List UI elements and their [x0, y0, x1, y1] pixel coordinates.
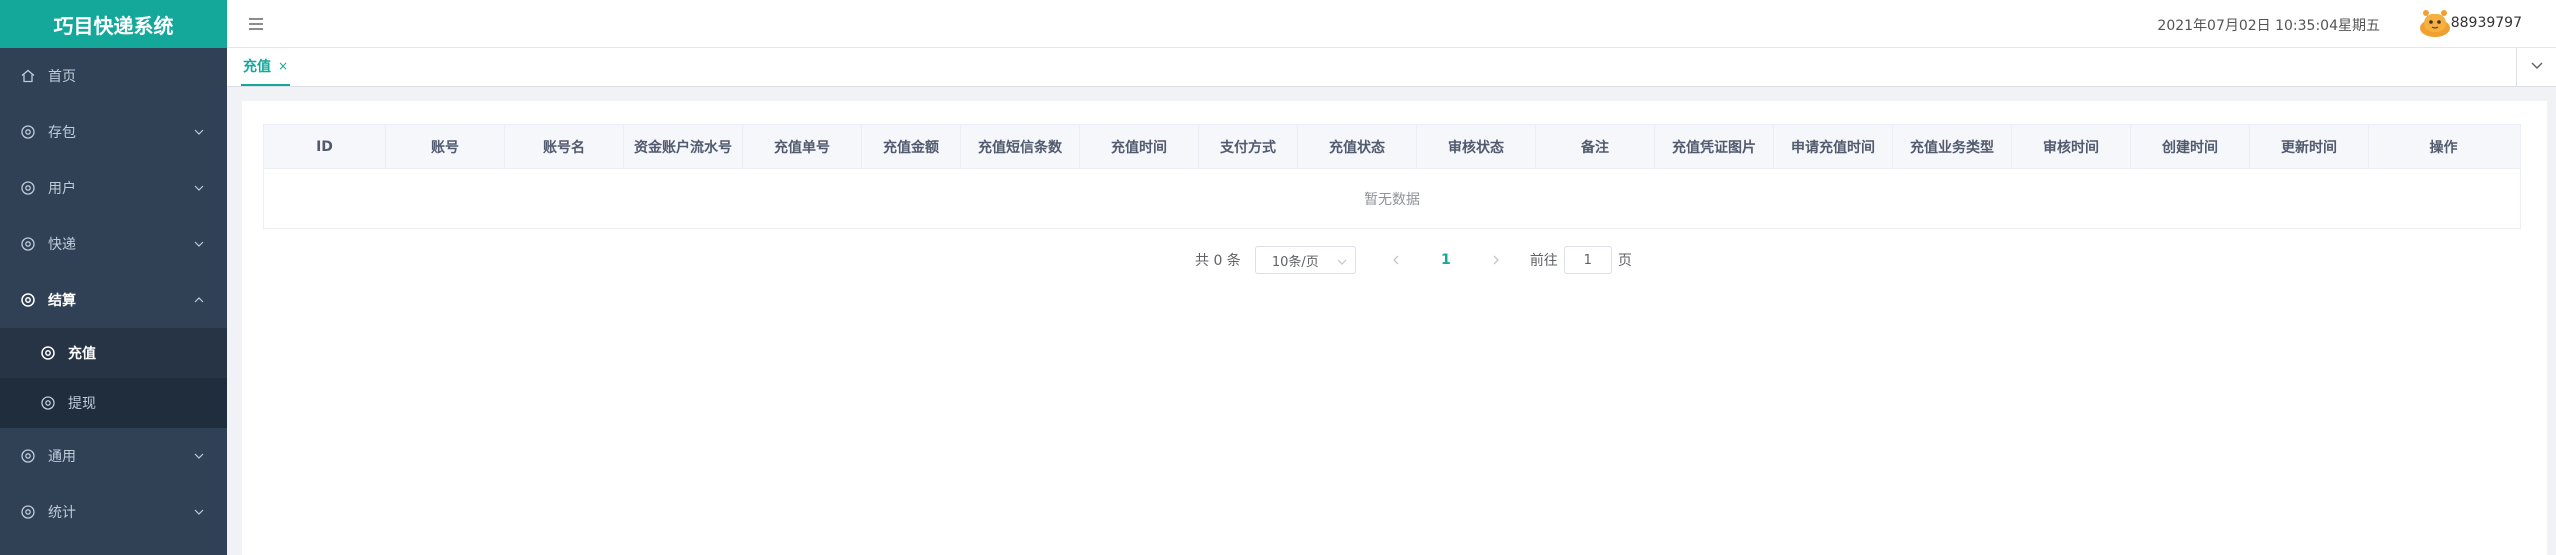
- column-header: 备注: [1536, 125, 1655, 168]
- column-header: ID: [264, 125, 386, 168]
- column-header: 充值状态: [1298, 125, 1417, 168]
- home-icon: [20, 68, 36, 84]
- sidebar-item-label: 结算: [48, 293, 76, 309]
- column-header: 充值业务类型: [1893, 125, 2012, 168]
- sidebar-item-label: 通用: [48, 449, 76, 465]
- column-header: 更新时间: [2250, 125, 2369, 168]
- sidebar-subitem-label: 充值: [68, 346, 96, 362]
- gear-icon: [20, 180, 36, 196]
- column-header: 支付方式: [1199, 125, 1298, 168]
- prev-page-button[interactable]: [1382, 246, 1410, 274]
- chevron-down-icon: [193, 182, 205, 194]
- sidebar-item-statistics[interactable]: 统计: [0, 484, 227, 540]
- column-header: 充值凭证图片: [1655, 125, 1774, 168]
- sidebar-item-label: 统计: [48, 505, 76, 521]
- sidebar-subitem-recharge[interactable]: 充值: [0, 328, 227, 378]
- chevron-down-icon: [1337, 256, 1347, 266]
- table-header-row: ID 账号 账号名 资金账户流水号 充值单号 充值金额 充值短信条数 充值时间 支付方式 充值状态…: [264, 125, 2520, 169]
- gear-icon: [20, 448, 36, 464]
- sidebar-item-settlement[interactable]: 结算: [0, 272, 227, 328]
- sidebar-item-users[interactable]: 用户: [0, 160, 227, 216]
- column-header: 账号名: [505, 125, 624, 168]
- goto-suffix: 页: [1617, 253, 1632, 269]
- page-number-current[interactable]: 1: [1432, 246, 1460, 274]
- gear-icon: [40, 395, 56, 411]
- column-header: 创建时间: [2131, 125, 2250, 168]
- hamburger-menu-icon[interactable]: [247, 15, 265, 33]
- tags-view-bar: 充值 ×: [227, 48, 2556, 87]
- page-size-value: 10条/页: [1271, 254, 1319, 270]
- pagination: 共 0 条 10条/页 1 前往 页: [1195, 246, 1632, 274]
- app-logo-title: 巧目快递系统: [0, 0, 227, 48]
- sidebar-subitem-label: 提现: [68, 396, 96, 412]
- column-header: 审核时间: [2012, 125, 2131, 168]
- table-empty-text: 暂无数据: [1364, 191, 1420, 208]
- sidebar-item-home[interactable]: 首页: [0, 48, 227, 104]
- chevron-up-icon: [193, 294, 205, 306]
- chevron-down-icon: [193, 450, 205, 462]
- next-page-button[interactable]: [1482, 246, 1510, 274]
- sidebar-item-label: 首页: [48, 69, 76, 85]
- column-header: 充值单号: [743, 125, 862, 168]
- username[interactable]: 88939797: [2451, 15, 2522, 31]
- sidebar-item-label: 快递: [48, 237, 76, 253]
- close-icon[interactable]: ×: [278, 59, 288, 73]
- column-header: 充值金额: [862, 125, 961, 168]
- content-card: ID 账号 账号名 资金账户流水号 充值单号 充值金额 充值短信条数 充值时间 支付方式 充值状态…: [242, 101, 2547, 555]
- column-header: 审核状态: [1417, 125, 1536, 168]
- column-header: 资金账户流水号: [624, 125, 743, 168]
- tabs-dropdown-button[interactable]: [2516, 48, 2556, 86]
- gear-icon: [20, 124, 36, 140]
- top-header: 2021年07月02日 10:35:04星期五 88939797: [227, 0, 2556, 48]
- goto-label: 前往: [1529, 253, 1558, 269]
- goto-page: 前往 页: [1530, 246, 1632, 274]
- sidebar-item-general[interactable]: 通用: [0, 428, 227, 484]
- current-datetime: 2021年07月02日 10:35:04星期五: [2157, 18, 2380, 34]
- sidebar: 巧目快递系统 首页 存包 用户 快递 结算 充值 提现 通用 统计: [0, 0, 227, 555]
- tab-label: 充值: [243, 59, 271, 75]
- column-header: 申请充值时间: [1774, 125, 1893, 168]
- chevron-down-icon: [193, 238, 205, 250]
- pagination-total: 共 0 条: [1195, 253, 1241, 269]
- chevron-down-icon: [2530, 58, 2544, 76]
- column-header: 操作: [2429, 139, 2458, 156]
- avatar[interactable]: [2418, 8, 2452, 38]
- settlement-submenu: 充值 提现: [0, 328, 227, 428]
- gear-icon: [40, 345, 56, 361]
- chevron-down-icon: [193, 126, 205, 138]
- tab-recharge[interactable]: 充值 ×: [241, 48, 291, 86]
- sidebar-subitem-withdraw[interactable]: 提现: [0, 378, 227, 428]
- page-size-select[interactable]: 10条/页: [1254, 246, 1356, 274]
- chevron-down-icon: [193, 506, 205, 518]
- gear-icon: [20, 236, 36, 252]
- sidebar-item-storage[interactable]: 存包: [0, 104, 227, 160]
- column-header: 充值短信条数: [961, 125, 1080, 168]
- goto-page-input[interactable]: [1563, 246, 1612, 274]
- sidebar-item-express[interactable]: 快递: [0, 216, 227, 272]
- gear-icon: [20, 504, 36, 520]
- recharge-table: ID 账号 账号名 资金账户流水号 充值单号 充值金额 充值短信条数 充值时间 支付方式 充值状态…: [263, 124, 2521, 229]
- column-header: 账号: [386, 125, 505, 168]
- sidebar-item-label: 用户: [48, 181, 76, 197]
- gear-icon: [20, 292, 36, 308]
- sidebar-item-label: 存包: [48, 125, 76, 141]
- column-header: 充值时间: [1080, 125, 1199, 168]
